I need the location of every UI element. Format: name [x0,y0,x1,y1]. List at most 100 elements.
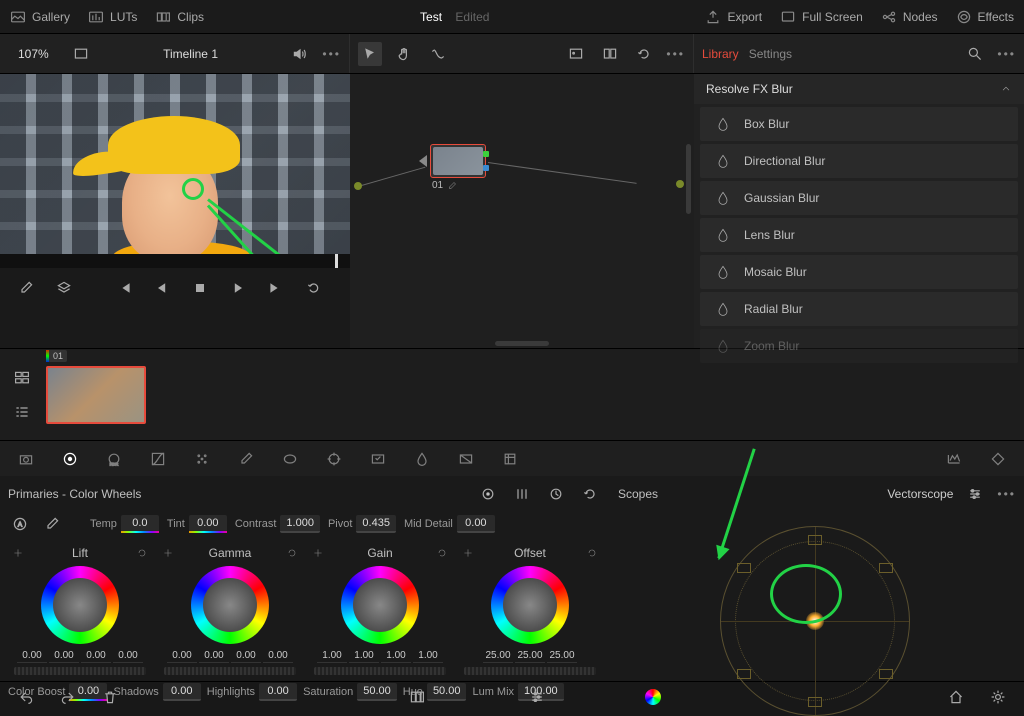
node-graph[interactable]: 01 [350,74,694,348]
library-tab[interactable]: Library [702,47,739,61]
tool-magic-mask-icon[interactable] [366,447,390,471]
tool-hdr-icon[interactable]: HDR [102,447,126,471]
tool-curves-icon[interactable] [146,447,170,471]
chevron-up-icon[interactable] [1000,83,1012,95]
stop-button[interactable] [188,276,212,300]
scope-settings-icon[interactable] [963,482,987,506]
lib-menu[interactable]: ••• [997,47,1016,61]
wheels-mode-icon[interactable] [476,482,500,506]
hand-tool[interactable] [392,42,416,66]
tool-window-icon[interactable] [278,447,302,471]
graph-output-dot[interactable] [676,180,684,188]
wheel-target-icon[interactable] [462,547,474,559]
tool-warper-icon[interactable] [190,447,214,471]
luts-tab[interactable]: LUTs [88,9,137,25]
first-frame-button[interactable] [112,276,136,300]
log-mode-icon[interactable] [544,482,568,506]
wheel-target-icon[interactable] [162,547,174,559]
fx-category[interactable]: Resolve FX Blur [706,82,793,96]
tool-waveform-icon[interactable] [942,447,966,471]
fx-item[interactable]: Lens Blur [700,218,1018,252]
color-picker-icon[interactable] [14,276,38,300]
tool-blur-icon[interactable] [410,447,434,471]
color-wheel-gamma[interactable] [191,566,269,644]
wheel-reset-icon[interactable] [436,547,448,559]
home-icon[interactable] [944,685,968,709]
wheel-master-slider[interactable] [164,667,296,675]
audio-icon[interactable] [288,42,312,66]
temp-value[interactable]: 0.0 [121,515,159,533]
color-wheel-lift[interactable] [41,566,119,644]
color-wheel-gain[interactable] [341,566,419,644]
fx-item[interactable]: Radial Blur [700,292,1018,326]
wheel-values[interactable]: 1.001.001.001.00 [308,650,452,663]
zoom-level[interactable]: 107% [8,47,59,61]
page-nav-1-icon[interactable] [405,685,429,709]
tool-qualifier-icon[interactable] [234,447,258,471]
pointer-tool[interactable] [358,42,382,66]
clip-view-grid-icon[interactable] [10,366,34,390]
node-link-tool[interactable] [426,42,450,66]
color-wheel-offset[interactable] [491,566,569,644]
color-page-icon[interactable] [645,689,661,705]
prev-frame-button[interactable] [150,276,174,300]
graph-scrollbar[interactable] [686,144,691,214]
scope-type[interactable]: Vectorscope [887,487,953,501]
gallery-tab[interactable]: Gallery [10,9,70,25]
timeline-name[interactable]: Timeline 1 [103,47,279,61]
wheel-reset-icon[interactable] [136,547,148,559]
nodes-toggle[interactable]: Nodes [881,9,938,25]
page-nav-2-icon[interactable] [525,685,549,709]
tool-sizing-icon[interactable] [498,447,522,471]
fx-item[interactable]: Mosaic Blur [700,255,1018,289]
tool-color-wheels-icon[interactable] [58,447,82,471]
wheel-target-icon[interactable] [312,547,324,559]
fx-item[interactable]: Gaussian Blur [700,181,1018,215]
node-01[interactable] [430,144,486,178]
hue-value[interactable]: 50.00 [427,683,467,701]
undo-button[interactable] [14,685,38,709]
trash-icon[interactable] [98,685,122,709]
tool-tracker-icon[interactable] [322,447,346,471]
viewer-image[interactable] [0,74,350,254]
clip-view-list-icon[interactable] [10,400,34,424]
export-button[interactable]: Export [705,9,762,25]
highlights-value[interactable]: 0.00 [259,683,297,701]
wheel-values[interactable]: 0.000.000.000.00 [158,650,302,663]
wheel-target-icon[interactable] [12,547,24,559]
bars-mode-icon[interactable] [510,482,534,506]
saturation-value[interactable]: 50.00 [357,683,397,701]
settings-tab[interactable]: Settings [749,47,792,61]
shadows-value[interactable]: 0.00 [163,683,201,701]
graph-input-dot[interactable] [354,182,362,190]
scrub-bar[interactable] [0,254,350,268]
pivot-value[interactable]: 0.435 [356,515,396,533]
tool-key-icon[interactable] [454,447,478,471]
wheel-values[interactable]: 0.000.000.000.00 [8,650,152,663]
tint-value[interactable]: 0.00 [189,515,227,533]
tool-camera-raw-icon[interactable] [14,447,38,471]
fx-item[interactable]: Zoom Blur [700,329,1018,363]
wheel-master-slider[interactable] [464,667,596,675]
graph-view-2-icon[interactable] [598,42,622,66]
tool-info-icon[interactable] [986,447,1010,471]
pick-white-icon[interactable] [40,512,64,536]
graph-hscroll[interactable] [495,341,549,346]
reset-primaries-icon[interactable] [578,482,602,506]
wheel-reset-icon[interactable] [286,547,298,559]
wheel-master-slider[interactable] [314,667,446,675]
clips-tab[interactable]: Clips [155,9,204,25]
viewer-mode-icon[interactable] [69,42,93,66]
scopes-menu[interactable]: ••• [997,487,1016,501]
graph-menu[interactable]: ••• [666,47,685,61]
auto-balance-icon[interactable]: A [8,512,32,536]
graph-view-1-icon[interactable] [564,42,588,66]
loop-button[interactable] [302,276,326,300]
layers-icon[interactable] [52,276,76,300]
gear-icon[interactable] [986,685,1010,709]
fullscreen-button[interactable]: Full Screen [780,9,863,25]
fx-item[interactable]: Box Blur [700,107,1018,141]
last-frame-button[interactable] [264,276,288,300]
clip-thumbnail[interactable] [46,366,146,424]
play-button[interactable] [226,276,250,300]
